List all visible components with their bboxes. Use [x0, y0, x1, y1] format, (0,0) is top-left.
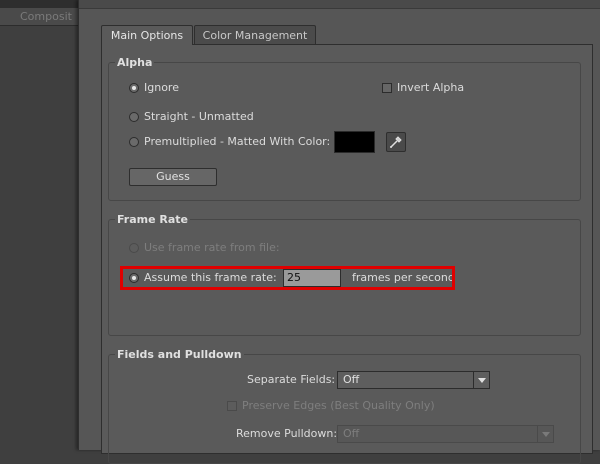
tab-main-options-label: Main Options	[110, 29, 184, 42]
remove-pulldown-select[interactable]: Off	[337, 425, 554, 443]
frame-rate-highlight-box	[120, 266, 455, 290]
invert-alpha-checkbox[interactable]	[382, 83, 392, 93]
separate-fields-value: Off	[343, 373, 360, 386]
alpha-straight-label: Straight - Unmatted	[144, 110, 254, 123]
separate-fields-select[interactable]: Off	[337, 371, 490, 389]
matte-color-swatch[interactable]	[334, 131, 375, 153]
remove-pulldown-value: Off	[343, 427, 360, 440]
tab-color-management-label: Color Management	[202, 29, 308, 42]
background-titlebar	[0, 0, 78, 8]
use-file-frame-rate-radio[interactable]	[129, 243, 139, 253]
tab-color-management[interactable]: Color Management	[194, 25, 316, 44]
chevron-down-icon	[537, 426, 553, 442]
background-composition-tab[interactable]: Composit	[0, 8, 78, 26]
alpha-ignore-radio[interactable]	[129, 83, 139, 93]
preserve-edges-checkbox[interactable]	[227, 401, 237, 411]
frame-rate-group-title: Frame Rate	[115, 213, 191, 226]
alpha-straight-radio[interactable]	[129, 112, 139, 122]
use-file-frame-rate-label: Use frame rate from file:	[144, 241, 280, 254]
eyedropper-icon	[390, 136, 402, 148]
eyedropper-button[interactable]	[386, 132, 406, 152]
tab-main-options[interactable]: Main Options	[101, 25, 193, 45]
fields-pulldown-group-title: Fields and Pulldown	[115, 348, 244, 361]
guess-button[interactable]: Guess	[129, 168, 217, 186]
alpha-premultiplied-label: Premultiplied - Matted With Color:	[144, 135, 331, 148]
dialog-titlebar	[79, 0, 600, 9]
background-panel	[0, 26, 78, 450]
chevron-down-icon	[473, 372, 489, 388]
alpha-group-title: Alpha	[115, 56, 155, 69]
invert-alpha-label: Invert Alpha	[397, 81, 465, 94]
remove-pulldown-label: Remove Pulldown:	[236, 427, 338, 440]
alpha-premultiplied-radio[interactable]	[129, 137, 139, 147]
alpha-ignore-label: Ignore	[144, 81, 179, 94]
separate-fields-label: Separate Fields:	[247, 373, 336, 386]
preserve-edges-label: Preserve Edges (Best Quality Only)	[242, 399, 435, 412]
background-tab-label: Composit	[20, 10, 72, 23]
